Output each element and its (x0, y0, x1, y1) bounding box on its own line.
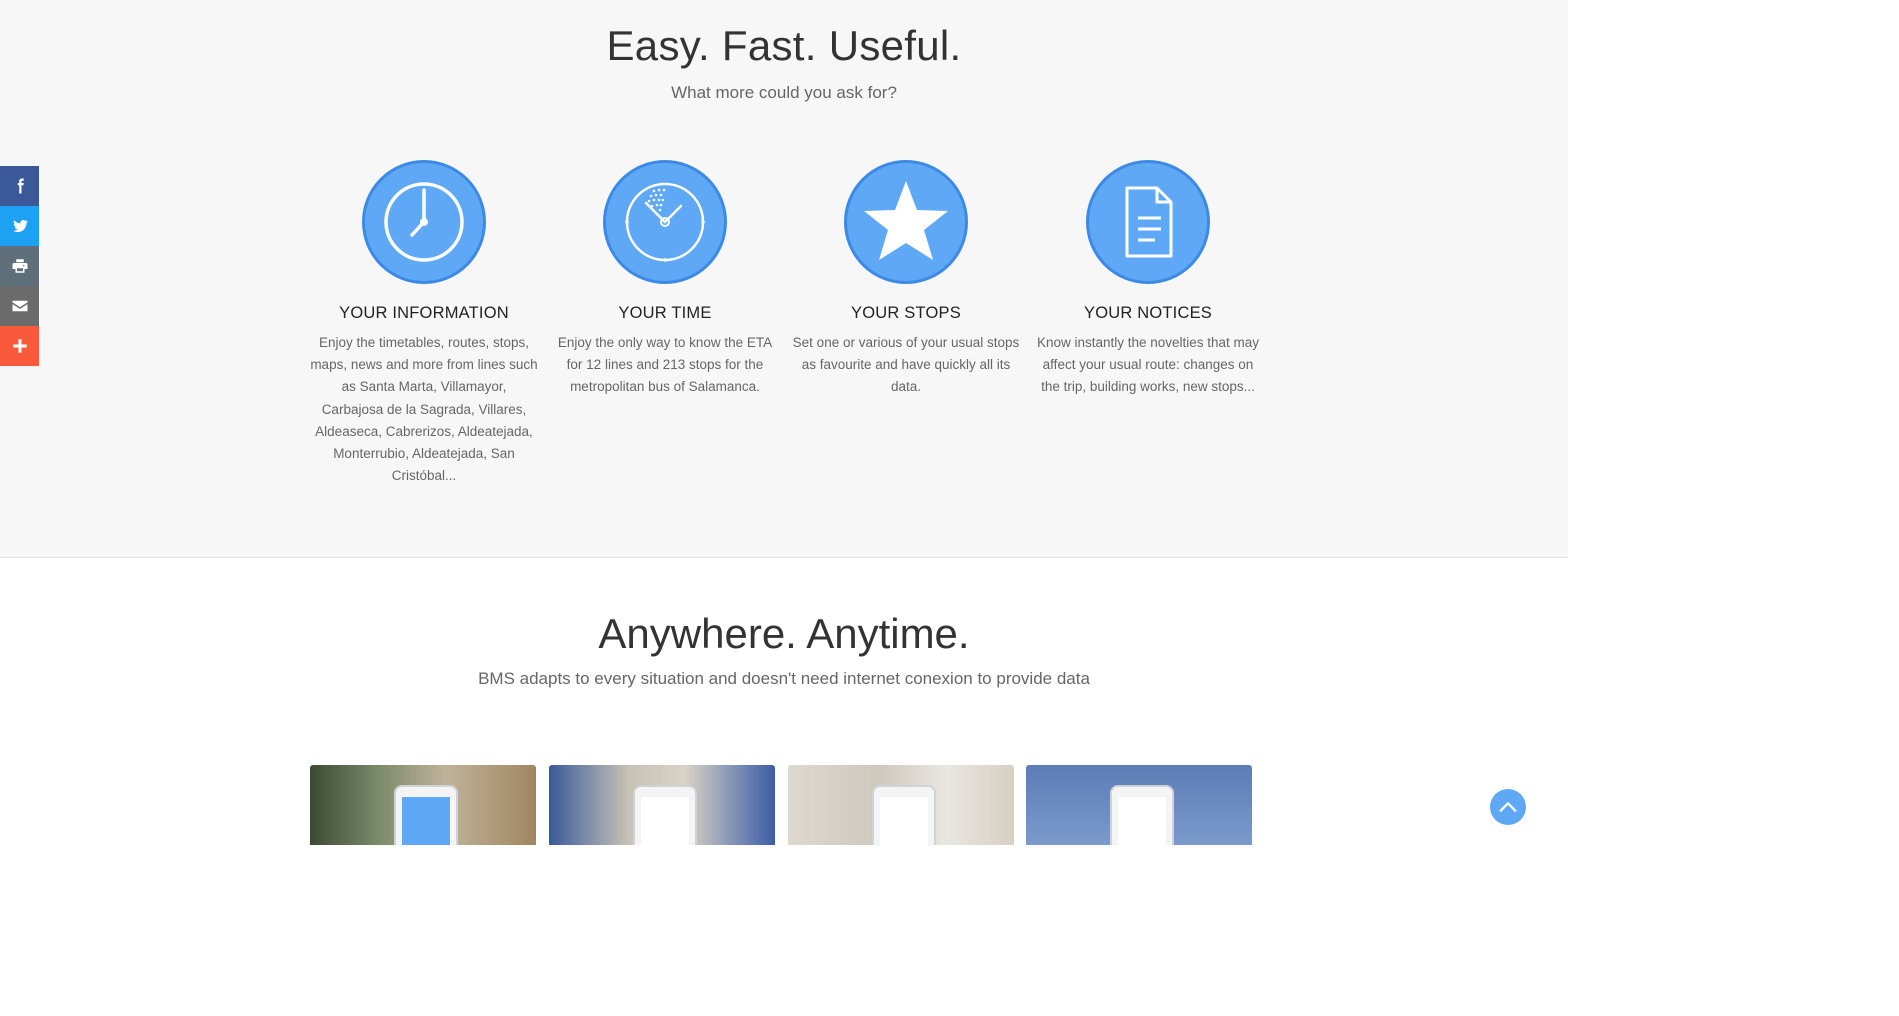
anywhere-subtitle: BMS adapts to every situation and doesn'… (478, 669, 1090, 688)
phone-screen (880, 797, 928, 845)
screenshot-thumbnail-bus[interactable] (549, 765, 775, 845)
phone-mockup (1110, 785, 1174, 845)
feature-text: Enjoy the only way to know the ETA for 1… (557, 335, 773, 395)
facebook-icon (17, 178, 24, 194)
envelope-icon (12, 300, 27, 312)
chevron-up-icon (1499, 802, 1517, 812)
feature-text: Enjoy the timetables, routes, stops, map… (310, 335, 538, 484)
screenshot-thumbnail-sky[interactable] (1026, 765, 1252, 845)
printer-icon (12, 259, 27, 273)
document-icon (1086, 160, 1210, 284)
star-icon (844, 160, 968, 284)
features-subtitle: What more could you ask for? (671, 83, 897, 102)
phone-screen (641, 797, 689, 845)
feature-heading: YOUR TIME (618, 304, 712, 322)
social-share-bar (0, 166, 39, 366)
screenshot-thumbnail-street[interactable] (310, 765, 536, 845)
feature-your-notices: YOUR NOTICES Know instantly the noveltie… (1034, 160, 1262, 399)
phone-mockup (394, 785, 458, 845)
features-section: Easy. Fast. Useful. What more could you … (0, 0, 1568, 558)
print-button[interactable] (0, 246, 39, 286)
feature-heading: YOUR INFORMATION (339, 304, 509, 322)
phone-mockup (872, 785, 936, 845)
email-share-button[interactable] (0, 286, 39, 326)
twitter-icon (12, 220, 28, 233)
twitter-share-button[interactable] (0, 206, 39, 246)
feature-your-time: YOUR TIME Enjoy the only way to know the… (551, 160, 779, 399)
feature-your-information: YOUR INFORMATION Enjoy the timetables, r… (310, 160, 538, 487)
plus-icon (12, 339, 27, 353)
more-share-button[interactable] (0, 326, 39, 366)
feature-text: Set one or various of your usual stops a… (792, 335, 1020, 395)
feature-text: Know instantly the novelties that may af… (1036, 335, 1260, 395)
anywhere-title: Anywhere. Anytime. (598, 610, 970, 657)
feature-heading: YOUR STOPS (851, 304, 961, 322)
scroll-to-top-button[interactable] (1490, 789, 1526, 825)
phone-screen (402, 797, 450, 845)
phone-screen (1118, 797, 1166, 845)
phone-mockup (633, 785, 697, 845)
clock-icon (362, 160, 486, 284)
feature-your-stops: YOUR STOPS Set one or various of your us… (792, 160, 1020, 399)
stopwatch-icon (603, 160, 727, 284)
facebook-share-button[interactable] (0, 166, 39, 206)
screenshot-thumbnail-home[interactable] (788, 765, 1014, 845)
features-title: Easy. Fast. Useful. (606, 22, 962, 69)
feature-heading: YOUR NOTICES (1084, 304, 1212, 322)
